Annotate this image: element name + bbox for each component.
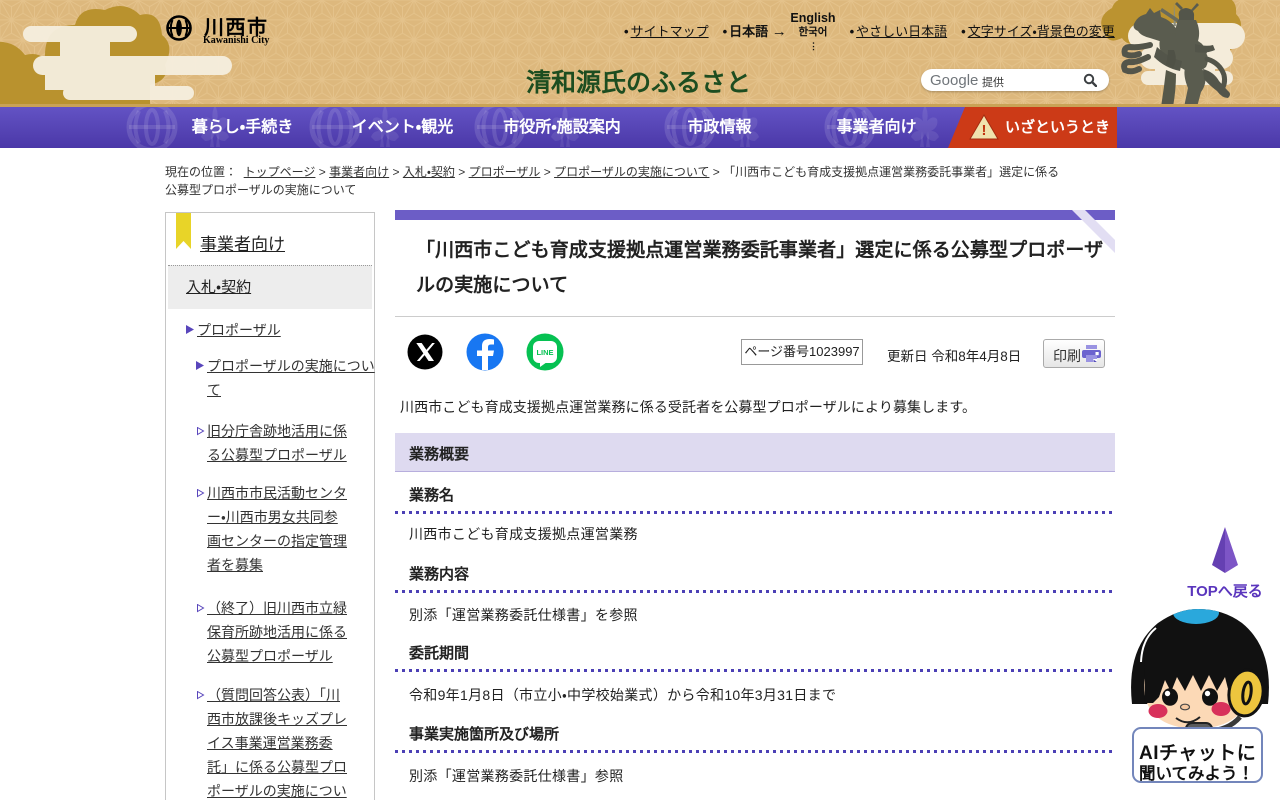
svg-text:!: ! — [982, 122, 987, 139]
svg-text:LINE: LINE — [536, 348, 553, 357]
svg-text:Kawanishi City: Kawanishi City — [203, 35, 269, 46]
